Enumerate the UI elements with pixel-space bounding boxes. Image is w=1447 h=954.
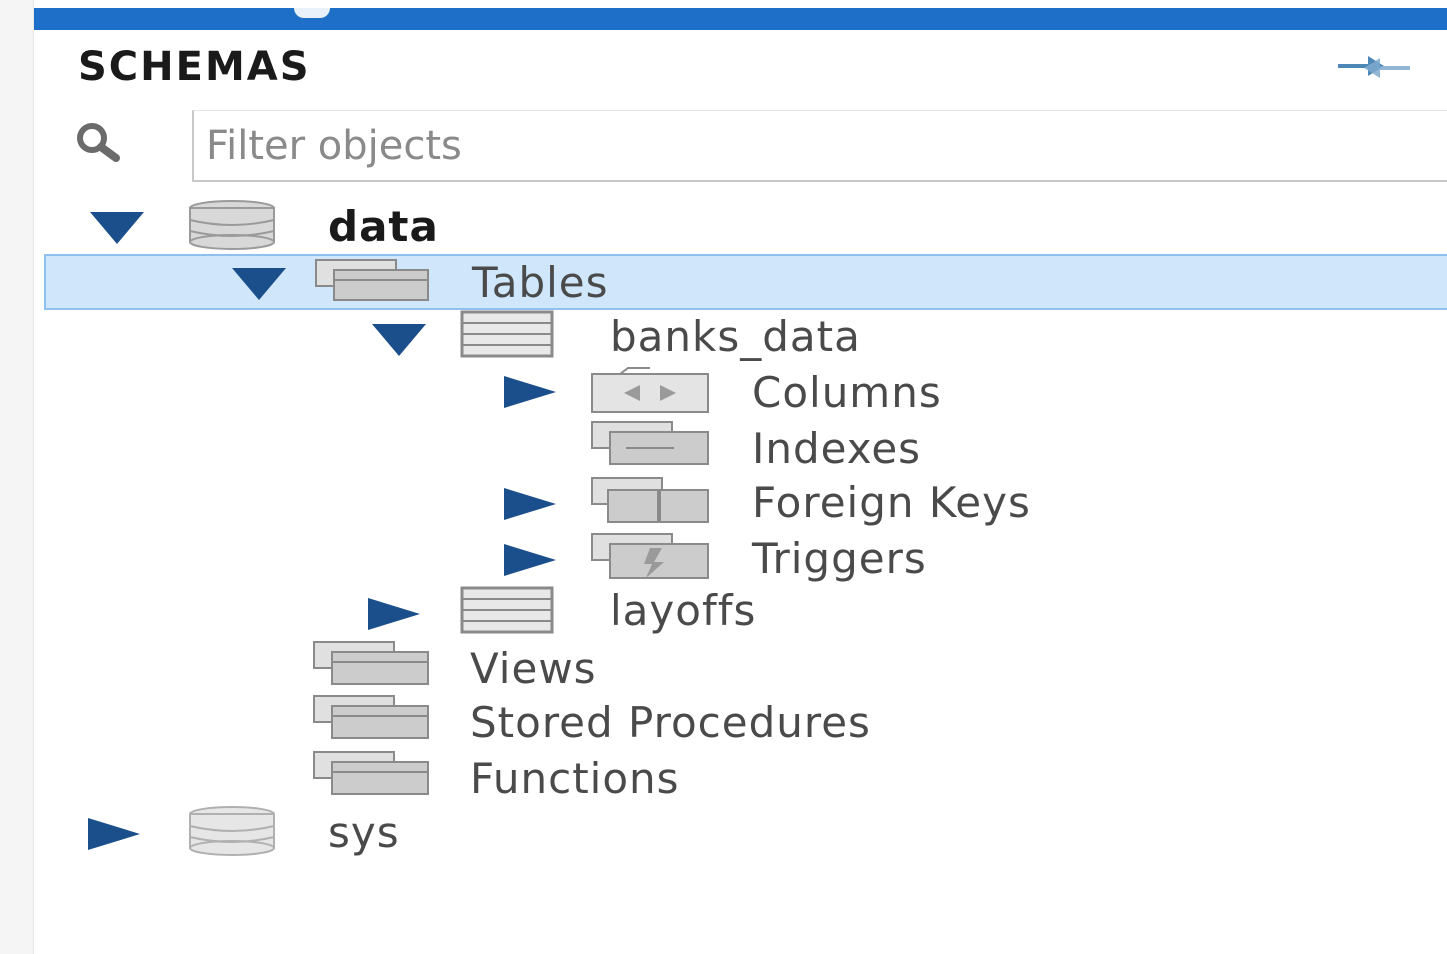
- caret-right-icon[interactable]: [500, 540, 558, 580]
- columns-folder-icon: [591, 367, 709, 413]
- tree-label: Functions: [470, 754, 680, 803]
- tree-node-schema-data[interactable]: data: [0, 198, 1447, 254]
- tree-label: sys: [328, 808, 400, 857]
- caret-down-icon[interactable]: [230, 264, 288, 304]
- table-icon: [460, 310, 554, 358]
- tree-node-views[interactable]: Views: [0, 640, 1447, 696]
- indexes-folder-icon: [591, 421, 709, 465]
- tree-label: Triggers: [752, 534, 927, 583]
- tree-node-columns[interactable]: Columns: [0, 364, 1447, 420]
- triggers-folder-icon: [591, 533, 709, 579]
- tree-node-stored-procedures[interactable]: Stored Procedures: [0, 694, 1447, 750]
- table-icon: [460, 586, 554, 634]
- database-icon: [189, 200, 275, 250]
- folder-icon: [313, 641, 429, 685]
- tree-label: Foreign Keys: [752, 478, 1031, 527]
- tree-node-foreign-keys[interactable]: Foreign Keys: [0, 474, 1447, 530]
- tree-label: data: [328, 202, 439, 251]
- panel-title: SCHEMAS: [78, 44, 311, 90]
- tree-node-banks-data[interactable]: banks_data: [0, 310, 1447, 366]
- caret-right-icon[interactable]: [500, 484, 558, 524]
- database-icon: [189, 806, 275, 856]
- tree-label: Tables: [472, 258, 609, 307]
- tree-label: Views: [470, 644, 597, 693]
- refresh-icon[interactable]: [1328, 48, 1420, 84]
- tree-node-schema-sys[interactable]: sys: [0, 806, 1447, 862]
- top-accent-bar: [34, 8, 1447, 30]
- caret-down-icon[interactable]: [88, 208, 146, 248]
- tree-label: Stored Procedures: [470, 698, 871, 747]
- tree-node-indexes[interactable]: Indexes: [0, 420, 1447, 476]
- tree-node-functions[interactable]: Functions: [0, 750, 1447, 806]
- caret-right-icon[interactable]: [84, 814, 142, 854]
- folder-icon: [313, 695, 429, 739]
- tree-node-tables[interactable]: Tables: [44, 254, 1447, 310]
- tree-label: Indexes: [752, 424, 922, 473]
- tree-node-triggers[interactable]: Triggers: [0, 530, 1447, 586]
- tree-node-layoffs[interactable]: layoffs: [0, 584, 1447, 640]
- search-icon: [77, 123, 120, 162]
- tree-label: layoffs: [610, 586, 757, 635]
- folder-icon: [315, 259, 429, 301]
- tree-label: Columns: [752, 368, 942, 417]
- caret-right-icon[interactable]: [364, 594, 422, 634]
- tree-label: banks_data: [610, 312, 861, 361]
- foreign-keys-folder-icon: [591, 477, 709, 523]
- caret-down-icon[interactable]: [370, 320, 428, 360]
- caret-right-icon[interactable]: [500, 372, 558, 412]
- tab-indicator: [294, 8, 330, 18]
- filter-objects-input[interactable]: [192, 110, 1447, 182]
- folder-icon: [313, 751, 429, 795]
